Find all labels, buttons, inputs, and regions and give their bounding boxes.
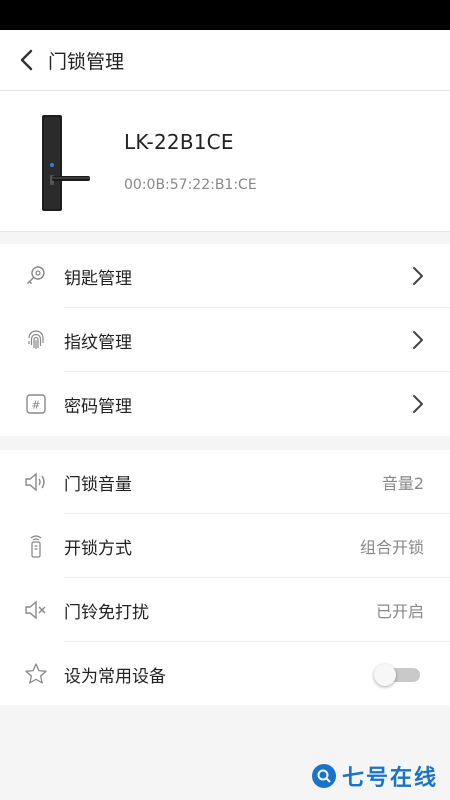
search-icon — [311, 764, 336, 788]
menu-item-label: 密码管理 — [64, 396, 132, 417]
menu-item-password-management[interactable]: # 密码管理 — [0, 372, 450, 436]
chevron-right-icon — [413, 331, 423, 349]
menu-item-key-management[interactable]: 钥匙管理 — [0, 244, 450, 308]
status-bar — [0, 0, 450, 30]
setting-lock-volume[interactable]: 门锁音量 音量2 — [0, 450, 450, 514]
setting-value: 组合开锁 — [359, 538, 424, 557]
chevron-right-icon — [413, 267, 423, 285]
setting-value: 音量2 — [381, 474, 424, 493]
setting-label: 设为常用设备 — [64, 666, 166, 687]
management-list: 钥匙管理 指纹管理 # 密码管理 — [0, 244, 450, 436]
setting-favorite-device: 设为常用设备 — [0, 642, 450, 706]
favorite-toggle[interactable] — [374, 664, 420, 686]
setting-value: 已开启 — [375, 602, 424, 621]
remote-icon — [24, 534, 48, 558]
app-header: 门锁管理 — [0, 30, 450, 90]
svg-text:#: # — [31, 399, 40, 412]
toggle-knob — [374, 664, 396, 686]
menu-item-fingerprint-management[interactable]: 指纹管理 — [0, 308, 450, 372]
settings-list: 门锁音量 音量2 开锁方式 组合开锁 门铃免打扰 已开启 设为常用设备 — [0, 450, 450, 705]
device-name: LK-22B1CE — [124, 130, 234, 154]
chevron-right-icon — [413, 395, 423, 413]
speaker-icon — [24, 470, 48, 494]
chevron-left-icon — [20, 49, 33, 71]
hash-icon: # — [24, 392, 48, 416]
setting-unlock-method[interactable]: 开锁方式 组合开锁 — [0, 514, 450, 578]
menu-item-label: 指纹管理 — [64, 332, 132, 353]
back-button[interactable] — [14, 48, 38, 72]
setting-doorbell-dnd[interactable]: 门铃免打扰 已开启 — [0, 578, 450, 642]
page-title: 门锁管理 — [48, 50, 125, 73]
door-lock-image — [42, 115, 90, 211]
setting-label: 门锁音量 — [64, 474, 132, 495]
star-icon — [24, 662, 48, 686]
setting-label: 门铃免打扰 — [64, 602, 149, 623]
key-icon — [24, 264, 48, 288]
device-mac-address: 00:0B:57:22:B1:CE — [124, 177, 257, 193]
mute-icon — [24, 598, 48, 622]
setting-label: 开锁方式 — [64, 538, 132, 559]
menu-item-label: 钥匙管理 — [64, 268, 132, 289]
fingerprint-icon — [24, 328, 48, 352]
watermark-text: 七号在线 — [341, 766, 438, 791]
device-card: LK-22B1CE 00:0B:57:22:B1:CE — [0, 90, 450, 232]
watermark: 七号在线 — [311, 760, 438, 792]
